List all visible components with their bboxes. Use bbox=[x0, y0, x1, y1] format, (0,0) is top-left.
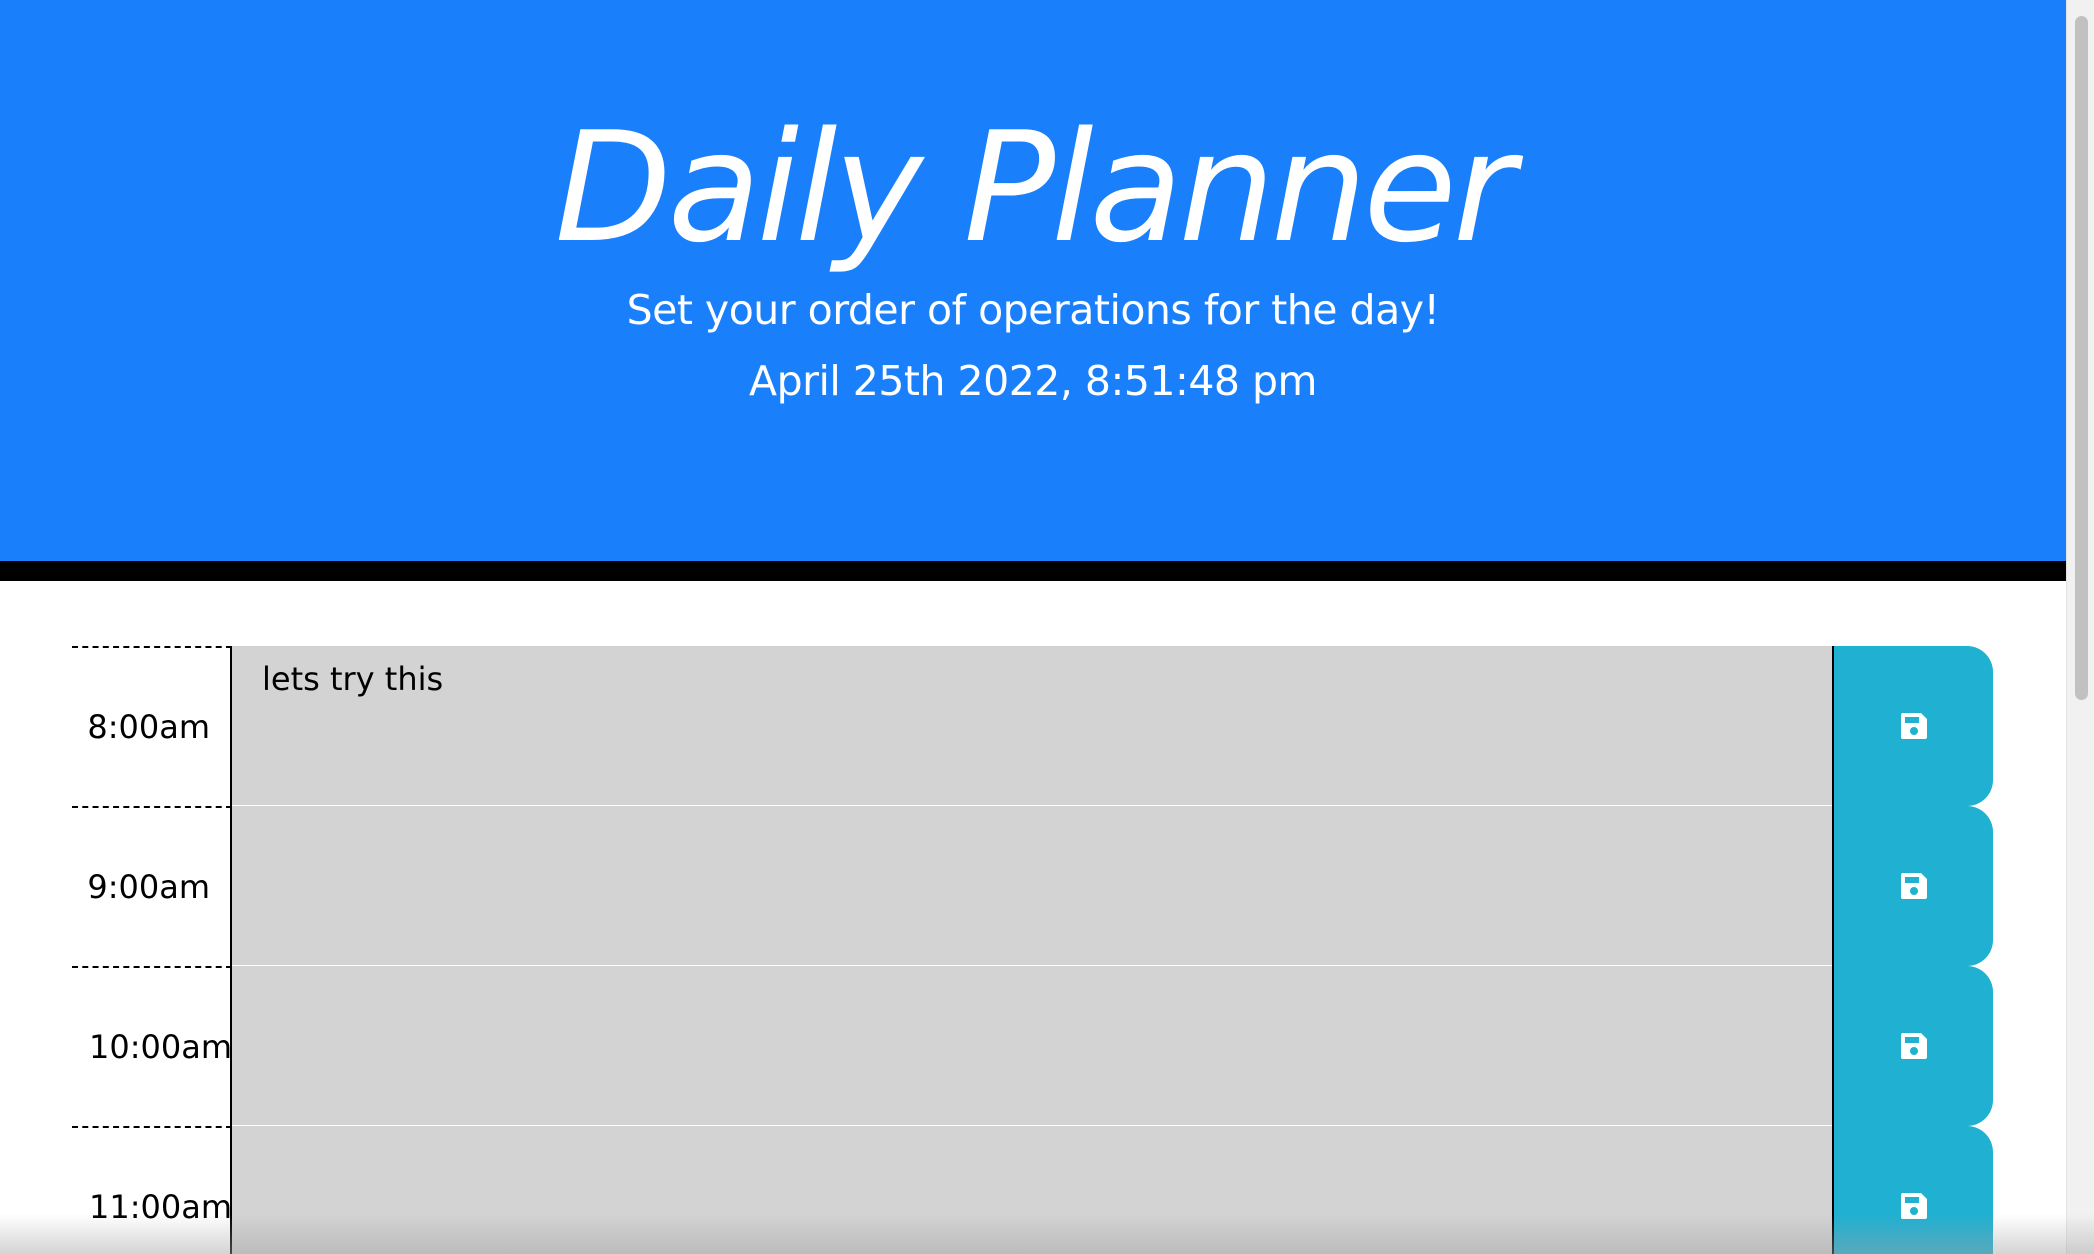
save-button[interactable] bbox=[1832, 1126, 1993, 1254]
current-day: April 25th 2022, 8:51:48 pm bbox=[749, 357, 1317, 405]
save-button[interactable] bbox=[1832, 806, 1993, 966]
hour-text: 9:00am bbox=[87, 868, 210, 906]
save-button[interactable] bbox=[1832, 646, 1993, 806]
hour-label: 8:00am bbox=[72, 646, 232, 806]
floppy-disk-icon bbox=[1900, 713, 1927, 739]
floppy-disk-icon bbox=[1900, 873, 1927, 899]
floppy-disk-icon bbox=[1900, 1193, 1927, 1219]
hour-label: 11:00am bbox=[72, 1126, 232, 1254]
description-textarea[interactable]: lets try this bbox=[232, 646, 1832, 806]
timeblock-container: 8:00am lets try this 9:00am 10:00am 11:0… bbox=[72, 646, 1993, 1254]
scrollbar-thumb[interactable] bbox=[2075, 16, 2088, 700]
description-textarea[interactable] bbox=[232, 806, 1832, 966]
vertical-scrollbar[interactable] bbox=[2066, 0, 2094, 1254]
time-block: 11:00am bbox=[72, 1126, 1993, 1254]
hour-text: 8:00am bbox=[87, 708, 210, 746]
time-block: 10:00am bbox=[72, 966, 1993, 1126]
floppy-disk-icon bbox=[1900, 1033, 1927, 1059]
page: Daily Planner Set your order of operatio… bbox=[0, 0, 2066, 1254]
hour-label: 9:00am bbox=[72, 806, 232, 966]
page-lead: Set your order of operations for the day… bbox=[626, 286, 1440, 334]
time-block: 8:00am lets try this bbox=[72, 646, 1993, 806]
page-title: Daily Planner bbox=[554, 99, 1516, 276]
browser-viewport: Daily Planner Set your order of operatio… bbox=[0, 0, 2094, 1254]
time-block: 9:00am bbox=[72, 806, 1993, 966]
description-textarea[interactable] bbox=[232, 966, 1832, 1126]
save-button[interactable] bbox=[1832, 966, 1993, 1126]
jumbotron-header: Daily Planner Set your order of operatio… bbox=[0, 0, 2066, 581]
description-textarea[interactable] bbox=[232, 1126, 1832, 1254]
hour-label: 10:00am bbox=[72, 966, 232, 1126]
hour-text: 10:00am bbox=[89, 1028, 232, 1066]
hour-text: 11:00am bbox=[89, 1188, 232, 1226]
